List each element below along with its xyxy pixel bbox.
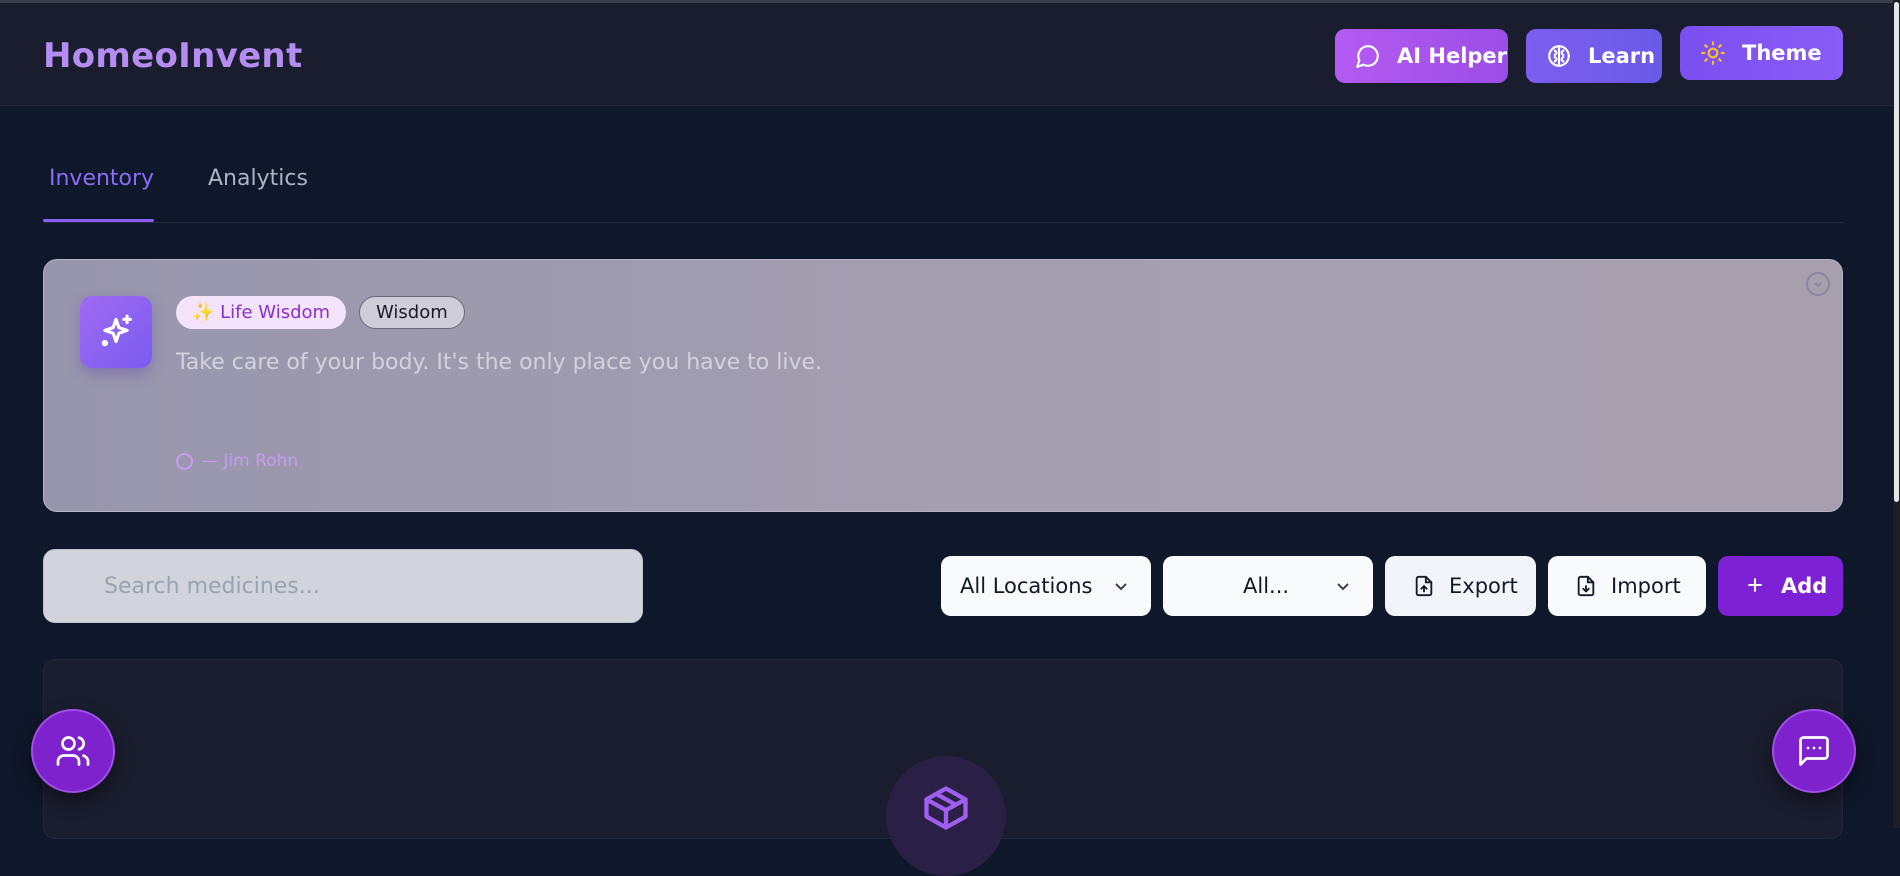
collapse-icon[interactable] — [1806, 272, 1830, 296]
tag-life-wisdom: ✨ Life Wisdom — [176, 296, 347, 329]
tab-bar: Inventory Analytics — [43, 150, 1843, 223]
search-input[interactable] — [43, 549, 643, 623]
brand-logo[interactable]: HomeoInvent — [43, 36, 303, 76]
category-select-value: All... — [1243, 574, 1290, 598]
page-scrollbar[interactable] — [1893, 0, 1900, 828]
message-square-icon — [1799, 736, 1829, 766]
export-button[interactable]: Export — [1385, 556, 1536, 616]
add-button[interactable]: Add — [1718, 556, 1843, 616]
wisdom-quote: Take care of your body. It's the only pl… — [176, 350, 823, 375]
theme-label: Theme — [1742, 41, 1822, 65]
tab-inventory[interactable]: Inventory — [49, 166, 154, 191]
chat-bubble-icon — [1355, 43, 1381, 69]
learn-label: Learn — [1588, 44, 1656, 68]
wisdom-card: ✨ Life Wisdom Wisdom Take care of your b… — [43, 259, 1843, 512]
file-download-icon — [1575, 575, 1597, 597]
add-label: Add — [1781, 574, 1828, 598]
tag-wisdom: Wisdom — [359, 296, 465, 329]
chevron-down-icon — [1337, 583, 1349, 591]
author-icon — [176, 452, 193, 470]
location-select[interactable]: All Locations — [941, 556, 1151, 616]
scrollbar-thumb[interactable] — [1894, 2, 1899, 502]
author-name: — Jim Rohn — [201, 451, 299, 471]
sun-icon — [1700, 40, 1726, 66]
import-button[interactable]: Import — [1548, 556, 1706, 616]
ai-helper-button[interactable]: AI Helper — [1335, 29, 1508, 83]
import-label: Import — [1611, 574, 1681, 598]
package-icon — [886, 756, 1006, 876]
plus-icon — [1745, 575, 1767, 597]
learn-button[interactable]: Learn — [1526, 29, 1662, 83]
ai-helper-label: AI Helper — [1397, 44, 1508, 68]
quote-author: — Jim Rohn — [176, 451, 298, 471]
sparkles-icon — [80, 296, 152, 368]
location-select-value: All Locations — [960, 574, 1093, 598]
category-select[interactable]: All... — [1163, 556, 1373, 616]
top-bar: HomeoInvent AI Helper Learn Theme — [0, 0, 1893, 106]
tab-analytics[interactable]: Analytics — [208, 166, 308, 191]
file-upload-icon — [1413, 575, 1435, 597]
chevron-down-icon — [1115, 583, 1127, 591]
brain-icon — [1546, 43, 1572, 69]
export-label: Export — [1449, 574, 1518, 598]
inventory-list-card — [43, 659, 1843, 876]
theme-button[interactable]: Theme — [1680, 26, 1843, 80]
active-tab-indicator — [43, 219, 154, 222]
users-fab-button[interactable] — [31, 709, 115, 793]
users-icon — [56, 736, 90, 766]
chat-fab-button[interactable] — [1772, 709, 1856, 793]
